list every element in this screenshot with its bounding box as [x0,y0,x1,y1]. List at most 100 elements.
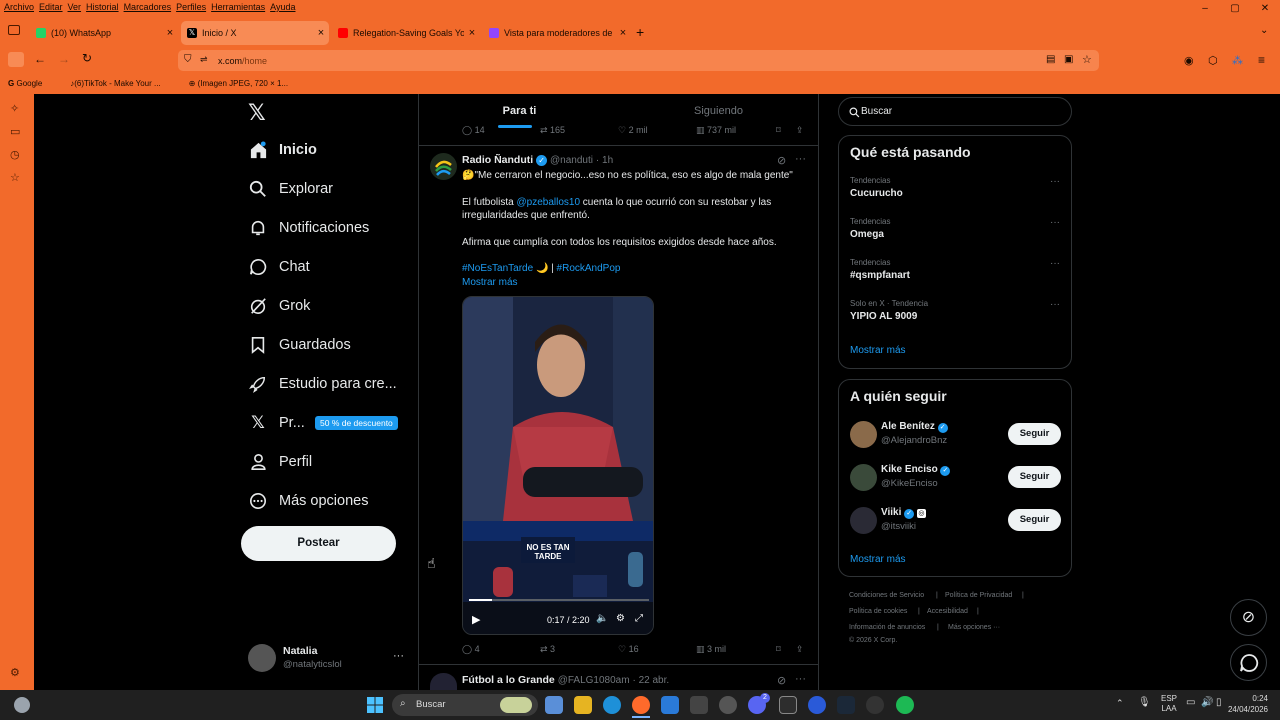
tweet-more-icon[interactable]: ··· [795,153,806,165]
forward-icon[interactable]: → [58,52,70,66]
shield-icon[interactable]: ⛉ [184,54,192,65]
tab-youtube[interactable]: Relegation-Saving Goals You'll N × [332,21,480,45]
grok-explain-icon[interactable]: ⊘ [777,154,786,167]
microphone-icon[interactable]: 🎙 [1138,697,1151,708]
menu-marcadores[interactable]: Marcadores [124,2,172,12]
nav-grok[interactable]: Grok [248,296,310,316]
nav-profile[interactable]: Perfil [248,452,312,472]
menu-historial[interactable]: Historial [86,2,119,12]
app-menu-icon[interactable]: ≡ [1258,53,1265,67]
synced-tabs-icon[interactable]: ▭ [10,125,20,138]
reload-icon[interactable]: ↻ [82,51,92,65]
back-icon[interactable]: ← [34,52,46,66]
trend-item[interactable]: Solo en X · Tendencia YIPIO AL 9009 ··· [850,299,1065,329]
trend-item[interactable]: Tendencias Cucurucho ··· [850,176,1065,206]
hashtag-link[interactable]: #NoEsTanTarde [462,263,533,274]
repost-icon[interactable]: ⇄ 165 [540,125,565,136]
avatar[interactable] [850,464,877,491]
nav-premium[interactable]: 𝕏 Pr... [248,413,305,433]
new-tab-button[interactable]: + [636,24,644,40]
nav-notifications[interactable]: Notificaciones [248,218,369,238]
notepad-icon[interactable] [690,696,708,714]
menu-ayuda[interactable]: Ayuda [270,2,295,12]
close-tab-icon[interactable]: × [464,27,480,39]
repost-icon[interactable]: ⇄ 3 [540,644,555,655]
tab-x-home[interactable]: 𝕏 Inicio / X × [181,21,329,45]
x-logo-icon[interactable]: 𝕏 [248,100,266,126]
video-progress-bar[interactable] [469,599,649,601]
follow-button[interactable]: Seguir [1008,509,1061,531]
play-icon[interactable]: ▶ [472,613,480,626]
search-input[interactable]: Buscar [861,106,892,117]
tweet-author[interactable]: Radio Ñanduti [462,154,533,166]
translate-icon[interactable]: ⁂ [1232,54,1243,67]
footer-more-link[interactable]: Más opciones ··· [948,624,1000,631]
account-more-icon[interactable]: ··· [393,650,404,662]
tab-whatsapp[interactable]: (10) WhatsApp × [30,21,178,45]
follow-button[interactable]: Seguir [1008,466,1061,488]
footer-ads-info-link[interactable]: Información de anuncios [849,624,925,631]
clock[interactable]: 0:24 24/04/2026 [1226,693,1268,715]
like-icon[interactable]: ♡ 2 mil [618,125,648,136]
weather-icon[interactable] [14,697,30,713]
tab-list-chevron-icon[interactable]: ⌄ [1260,25,1268,36]
post-button[interactable]: Postear [241,526,396,561]
footer-cookies-link[interactable]: Política de cookies [849,608,907,615]
views-icon[interactable]: ▥ 3 mil [696,644,726,655]
extensions-icon[interactable]: ⬡ [1208,54,1218,67]
account-switcher[interactable]: Natalia @natalyticslol ··· [248,644,408,674]
menu-perfiles[interactable]: Perfiles [176,2,206,12]
follow-name[interactable]: Kike Enciso ✓ [881,464,951,476]
like-icon[interactable]: ♡ 16 [618,644,639,655]
show-more-link[interactable]: Mostrar más [462,276,518,289]
footer-terms-link[interactable]: Condiciones de Servicio [849,592,924,599]
settings-gear-icon[interactable]: ⚙ [10,666,20,679]
network-icon[interactable]: ▭ [1186,697,1195,708]
bookmarks-icon[interactable]: ☆ [10,171,20,184]
site-info-icon[interactable]: ⇌ [200,54,208,65]
bookmark-tiktok[interactable]: ♪(6)TikTok - Make Your ... [70,79,174,88]
grok-explain-icon[interactable]: ⊘ [777,674,786,687]
trend-more-icon[interactable]: ··· [1050,176,1060,187]
menu-ver[interactable]: Ver [68,2,82,12]
bookmark-icon[interactable]: ⌑ [776,644,781,655]
follow-name[interactable]: Ale Benítez ✓ [881,421,948,433]
fullscreen-icon[interactable]: ⤢ [635,613,643,624]
bookmark-star-icon[interactable]: ☆ [1082,53,1092,66]
video-settings-icon[interactable]: ⚙ [616,613,625,624]
nav-explore[interactable]: Explorar [248,179,333,199]
avatar[interactable] [850,421,877,448]
menu-herramientas[interactable]: Herramientas [211,2,265,12]
nav-bookmarks[interactable]: Guardados [248,335,351,355]
reply-icon[interactable]: ◯ 14 [462,125,485,136]
follow-button[interactable]: Seguir [1008,423,1061,445]
messages-float-button[interactable] [1230,644,1267,681]
sidebar-toggle-icon[interactable] [8,52,24,67]
edge-icon[interactable] [603,696,621,714]
windows-start-icon[interactable] [366,696,384,714]
tweet-handle[interactable]: @FALG1080am [558,675,630,686]
app-icon[interactable] [866,696,884,714]
menu-editar[interactable]: Editar [39,2,63,12]
copilot-icon[interactable] [545,696,563,714]
close-tab-icon[interactable]: × [162,27,178,39]
search-box[interactable]: Buscar [838,97,1072,126]
language-indicator[interactable]: ESP LAA [1161,694,1177,714]
taskbar-search[interactable]: ⌕ Buscar [392,694,538,716]
follow-show-more-link[interactable]: Mostrar más [850,554,906,565]
tray-chevron-icon[interactable]: ⌃ [1116,698,1124,709]
steam-icon[interactable] [837,696,855,714]
tweet-author[interactable]: Fútbol a lo Grande [462,674,555,686]
mention-link[interactable]: @pzeballos10 [516,197,580,208]
close-tab-icon[interactable]: × [313,27,329,39]
trend-more-icon[interactable]: ··· [1050,217,1060,228]
footer-privacy-link[interactable]: Política de Privacidad [945,592,1012,599]
hashtag-link[interactable]: #RockAndPop [557,263,621,274]
nav-home[interactable]: Inicio [248,140,317,160]
bookmark-image[interactable]: ⊕ (Imagen JPEG, 720 × 1... [189,79,302,88]
trend-more-icon[interactable]: ··· [1050,299,1060,310]
trend-more-icon[interactable]: ··· [1050,258,1060,269]
trends-show-more-link[interactable]: Mostrar más [850,345,906,356]
history-icon[interactable]: ◷ [10,148,20,161]
nav-creator-studio[interactable]: Estudio para cre... [248,374,397,394]
